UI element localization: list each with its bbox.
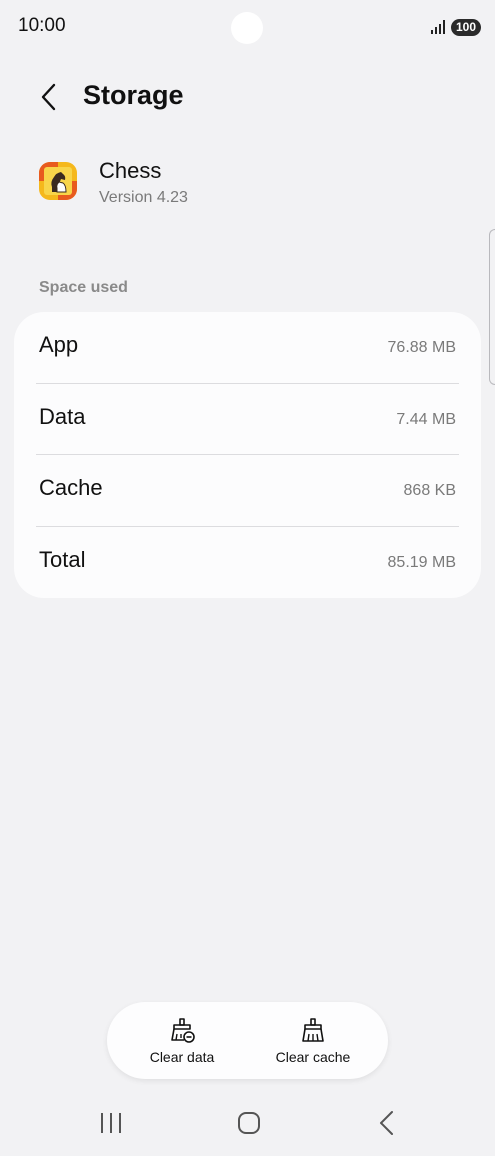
row-label: App [39, 332, 79, 357]
row-value: 76.88 MB [387, 339, 456, 356]
app-name: Chess [99, 158, 162, 183]
edge-panel-handle[interactable] [489, 229, 495, 385]
storage-card: App 76.88 MB Data 7.44 MB Cache 868 KB T… [14, 312, 481, 598]
recents-icon[interactable] [98, 1111, 124, 1135]
bottom-action-bar: Clear data Clear cache [107, 1002, 388, 1079]
home-icon[interactable] [237, 1111, 261, 1135]
storage-row-data: Data 7.44 MB [14, 384, 481, 455]
clear-data-button[interactable]: Clear data [112, 1002, 252, 1079]
storage-row-app: App 76.88 MB [14, 312, 481, 384]
clear-data-label: Clear data [149, 1049, 215, 1065]
row-value: 7.44 MB [396, 410, 456, 428]
clear-cache-icon [302, 1018, 324, 1042]
row-label: Cache [39, 475, 103, 500]
battery-level: 100 [451, 19, 481, 36]
clear-cache-label: Clear cache [275, 1049, 351, 1065]
status-time: 10:00 [18, 15, 66, 36]
back-button[interactable] [32, 80, 66, 114]
storage-screen: 10:00 100 Storage Chess Version 4.23 Spa… [0, 0, 495, 1156]
row-value: 868 KB [403, 482, 456, 499]
page-title: Storage [83, 80, 184, 110]
row-value: 85.19 MB [387, 553, 456, 571]
row-label: Total [39, 546, 86, 572]
row-label: Data [39, 403, 86, 429]
clear-data-icon [171, 1018, 195, 1043]
nav-back-icon[interactable] [377, 1110, 397, 1136]
signal-icon [431, 20, 445, 34]
app-version: Version 4.23 [99, 189, 188, 206]
section-label-space-used: Space used [39, 279, 128, 296]
storage-row-total: Total 85.19 MB [14, 527, 481, 599]
back-arrow-icon [41, 83, 56, 111]
storage-row-cache: Cache 868 KB [14, 455, 481, 527]
chess-app-icon [39, 162, 77, 200]
camera-cutout [231, 12, 263, 44]
clear-cache-button[interactable]: Clear cache [243, 1002, 383, 1079]
